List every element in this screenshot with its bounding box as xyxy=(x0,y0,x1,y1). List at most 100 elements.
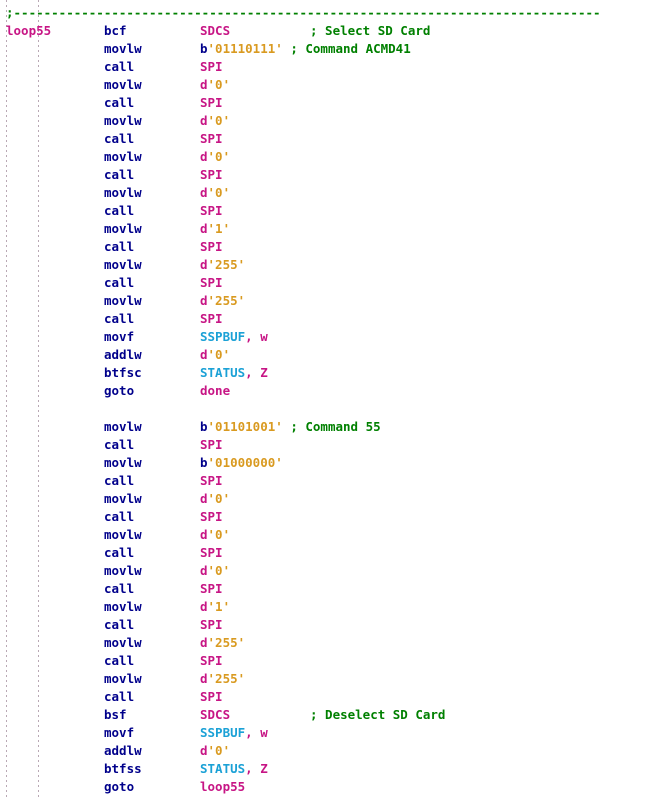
code-operand: d'0' xyxy=(200,742,230,760)
code-line[interactable]: bsf SDCS ; Deselect SD Card xyxy=(0,706,648,724)
code-mnemonic: movlw xyxy=(104,671,142,686)
operand-token-sym: SPI xyxy=(200,689,223,704)
code-line[interactable]: movlw d'0' xyxy=(0,490,648,508)
code-mnemonic: bcf xyxy=(104,23,127,38)
code-line[interactable]: movf SSPBUF, w xyxy=(0,724,648,742)
code-mnemonic: btfss xyxy=(104,761,142,776)
code-line[interactable]: call SPI xyxy=(0,130,648,148)
code-mnemonic: bsf xyxy=(104,707,127,722)
code-mnemonic: movf xyxy=(104,329,135,344)
code-line[interactable]: call SPI xyxy=(0,580,648,598)
code-mnemonic: movlw xyxy=(104,293,142,308)
code-line[interactable]: movf SSPBUF, w xyxy=(0,328,648,346)
operand-token-num: '255' xyxy=(207,635,246,650)
code-line[interactable]: movlw b'01101001' ; Command 55 xyxy=(0,418,648,436)
operand-token-sym: SPI xyxy=(200,203,223,218)
code-mnemonic: call xyxy=(104,167,135,182)
operand-token-sym: SPI xyxy=(200,437,223,452)
comment-separator-text: ;---------------------------------------… xyxy=(6,5,601,20)
code-line[interactable]: call SPI xyxy=(0,310,648,328)
code-line[interactable]: call SPI xyxy=(0,94,648,112)
code-line[interactable]: call SPI xyxy=(0,202,648,220)
code-operand: SPI xyxy=(200,652,223,670)
code-line[interactable]: loop55 bcf SDCS ; Select SD Card xyxy=(0,22,648,40)
code-line[interactable]: call SPI xyxy=(0,616,648,634)
code-line[interactable]: btfss STATUS, Z xyxy=(0,760,648,778)
code-line[interactable]: call SPI xyxy=(0,688,648,706)
code-operand: SPI xyxy=(200,544,223,562)
operand-token-radix_b: b xyxy=(200,41,208,56)
code-line[interactable]: call SPI xyxy=(0,472,648,490)
code-line[interactable]: movlw b'01110111' ; Command ACMD41 xyxy=(0,40,648,58)
operand-token-sfr: SSPBUF xyxy=(200,725,246,740)
code-line[interactable]: call SPI xyxy=(0,436,648,454)
code-operand: d'0' xyxy=(200,490,230,508)
operand-token-num: '255' xyxy=(207,671,246,686)
code-mnemonic: call xyxy=(104,473,135,488)
operand-token-sym: SPI xyxy=(200,239,223,254)
code-mnemonic: call xyxy=(104,509,135,524)
code-mnemonic: movlw xyxy=(104,185,142,200)
code-line[interactable]: movlw d'0' xyxy=(0,112,648,130)
operand-token-num: '0' xyxy=(207,185,231,200)
operand-token-sym: SPI xyxy=(200,509,223,524)
code-line[interactable]: goto loop55 xyxy=(0,778,648,796)
code-operand: SPI xyxy=(200,508,223,526)
operand-token-num: '0' xyxy=(207,77,231,92)
operand-token-sym: SPI xyxy=(200,473,223,488)
code-operand: b'01101001' ; Command 55 xyxy=(200,418,381,436)
code-editor-window[interactable]: ;---------------------------------------… xyxy=(0,0,648,798)
operand-token-radix_d: d xyxy=(200,113,208,128)
code-line[interactable]: call SPI xyxy=(0,544,648,562)
code-line[interactable]: call SPI xyxy=(0,274,648,292)
code-line[interactable]: addlw d'0' xyxy=(0,346,648,364)
code-line[interactable]: movlw d'0' xyxy=(0,184,648,202)
operand-token-radix_d: d xyxy=(200,563,208,578)
code-line[interactable]: movlw d'255' xyxy=(0,670,648,688)
code-mnemonic: movlw xyxy=(104,419,142,434)
operand-token-sym: SPI xyxy=(200,545,223,560)
operand-token-radix_d: d xyxy=(200,743,208,758)
code-comment: ; Command ACMD41 xyxy=(290,41,411,56)
code-line[interactable]: movlw d'255' xyxy=(0,256,648,274)
code-operand: done xyxy=(200,382,230,400)
code-comment: ; Select SD Card xyxy=(310,23,431,38)
code-mnemonic: call xyxy=(104,617,135,632)
operand-token-sym: SDCS xyxy=(200,23,231,38)
code-line[interactable]: call SPI xyxy=(0,166,648,184)
code-operand: SPI xyxy=(200,580,223,598)
code-line[interactable]: call SPI xyxy=(0,652,648,670)
code-line[interactable]: movlw d'255' xyxy=(0,292,648,310)
code-line[interactable]: movlw d'0' xyxy=(0,526,648,544)
operand-token-num: '01110111' xyxy=(207,41,283,56)
code-operand: SPI xyxy=(200,238,223,256)
code-line[interactable]: movlw d'255' xyxy=(0,634,648,652)
code-line[interactable]: call SPI xyxy=(0,58,648,76)
code-operand: SDCS xyxy=(200,22,230,40)
code-mnemonic: movlw xyxy=(104,599,142,614)
operand-token-sym: , Z xyxy=(245,761,268,776)
code-line-blank[interactable] xyxy=(0,400,648,418)
code-line[interactable]: movlw d'1' xyxy=(0,598,648,616)
code-line[interactable]: movlw b'01000000' xyxy=(0,454,648,472)
code-lines-container[interactable]: ;---------------------------------------… xyxy=(0,0,648,796)
code-line[interactable]: goto done xyxy=(0,382,648,400)
code-line[interactable]: addlw d'0' xyxy=(0,742,648,760)
code-operand: d'1' xyxy=(200,598,230,616)
code-line[interactable]: call SPI xyxy=(0,508,648,526)
code-line[interactable]: call SPI xyxy=(0,238,648,256)
code-line[interactable]: movlw d'1' xyxy=(0,220,648,238)
code-operand: SDCS xyxy=(200,706,230,724)
code-mnemonic: call xyxy=(104,95,135,110)
code-mnemonic: movlw xyxy=(104,149,142,164)
code-line[interactable]: movlw d'0' xyxy=(0,148,648,166)
code-mnemonic: movf xyxy=(104,725,135,740)
code-line-comment-separator[interactable]: ;---------------------------------------… xyxy=(0,4,648,22)
code-line[interactable]: movlw d'0' xyxy=(0,562,648,580)
code-mnemonic: movlw xyxy=(104,257,142,272)
code-operand: STATUS, Z xyxy=(200,760,268,778)
code-mnemonic: call xyxy=(104,581,135,596)
operand-token-radix_d: d xyxy=(200,149,208,164)
code-line[interactable]: movlw d'0' xyxy=(0,76,648,94)
code-line[interactable]: btfsc STATUS, Z xyxy=(0,364,648,382)
